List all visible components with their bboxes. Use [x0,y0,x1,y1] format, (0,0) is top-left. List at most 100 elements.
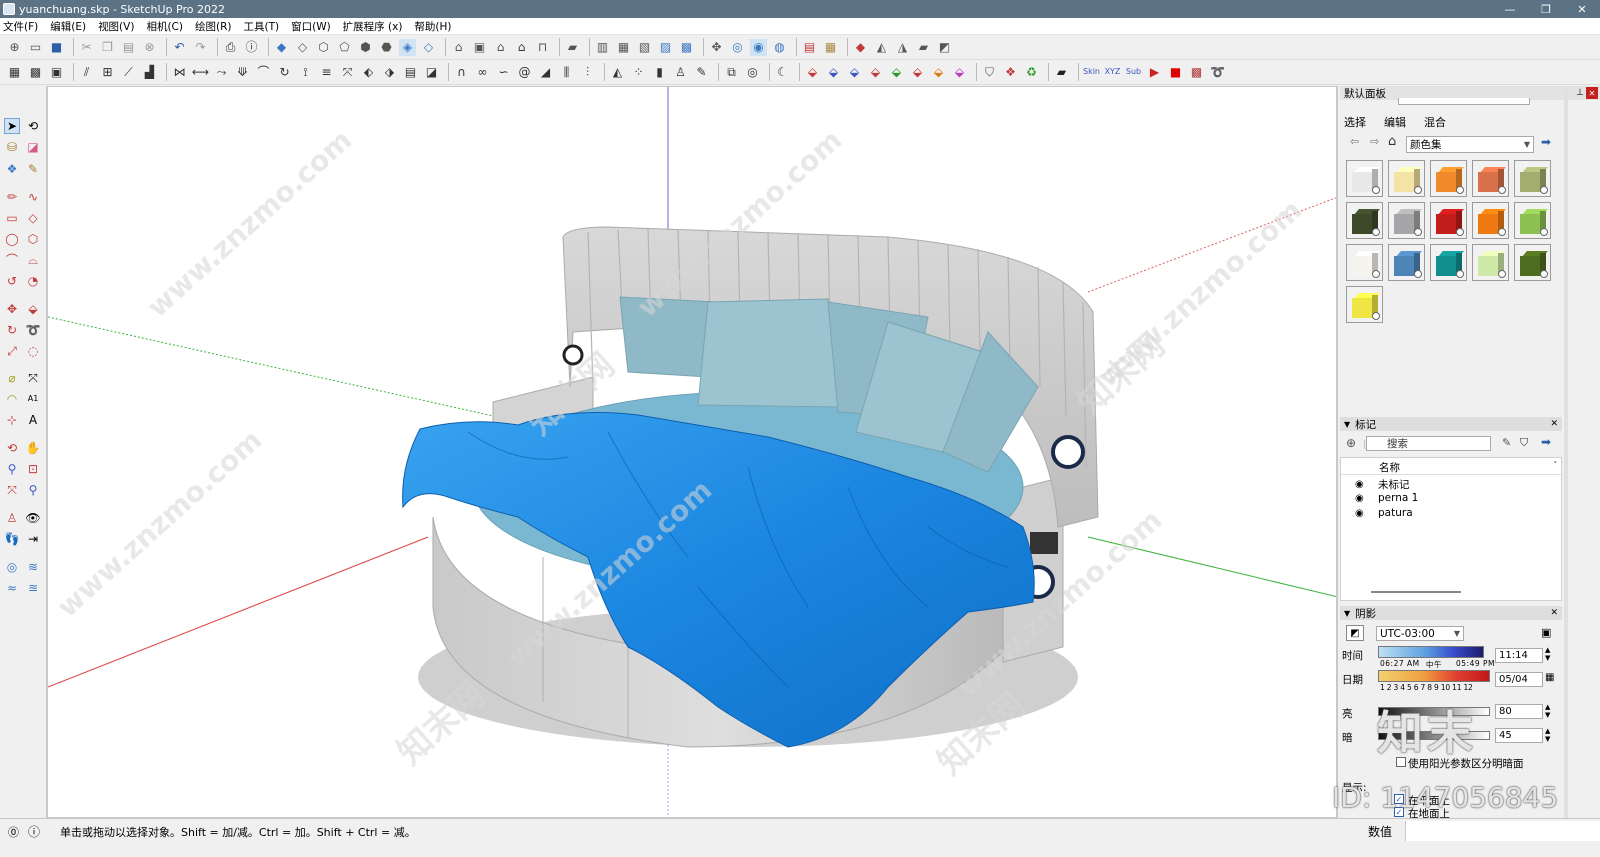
rotate-icon[interactable]: ↻ [4,322,20,338]
weld-icon[interactable]: ⤧ [339,64,356,81]
offset-icon[interactable]: ⟱ [234,64,251,81]
push-pull-icon[interactable]: ⬙ [25,301,41,317]
connect-icon[interactable]: ⋈ [171,64,188,81]
column-icon[interactable]: ⊞ [99,64,116,81]
section-display-icon[interactable]: ▩ [678,39,695,56]
material-map-icon[interactable]: ▦ [822,39,839,56]
tape-measure-icon[interactable]: ⌀ [4,370,20,386]
menu-draw[interactable]: 绘图(R) [195,19,232,34]
array-icon[interactable]: ⁘ [630,64,647,81]
dimension-icon[interactable]: ⟷ [192,64,209,81]
menu-help[interactable]: 帮助(H) [414,19,451,34]
details-arrow-icon[interactable]: ➡ [1541,135,1551,149]
arc-icon[interactable]: ⌒ [4,252,20,268]
soften-icon[interactable]: ☾ [774,64,791,81]
material-swatch[interactable] [1346,286,1383,323]
look-around-icon[interactable]: 👁 [25,510,41,526]
plugin-icon[interactable]: ➰ [1209,64,1226,81]
wave-icon[interactable]: ∽ [495,64,512,81]
push-orange-icon[interactable]: ⬙ [930,64,947,81]
curve-icon[interactable]: ⤳ [213,64,230,81]
time-stepper-icon[interactable]: ▲ ▼ [1545,646,1550,662]
tab-select[interactable]: 选择 [1344,114,1366,130]
scale-tool-icon[interactable]: ⤢ [4,343,20,359]
home-icon[interactable]: ⌂ [1388,134,1396,149]
close-window-button[interactable]: ✕ [1564,0,1600,18]
layer-icon[interactable]: ◪ [423,64,440,81]
info-icon[interactable]: ⓘ [28,823,40,840]
shadows-close-icon[interactable]: ✕ [1550,608,1558,618]
tray-close-icon[interactable]: ✕ [1586,87,1598,99]
sandbox-scratch-icon[interactable]: ≋ [25,559,41,575]
display-section-icon[interactable]: ▨ [657,39,674,56]
horizontal-scrollbar[interactable] [1371,591,1461,593]
zoom-icon[interactable]: ⚲ [4,461,20,477]
rail-icon[interactable]: ⫶ [579,64,596,81]
right-view-icon[interactable]: ⬠ [336,39,353,56]
spiral-icon[interactable]: @ [516,64,533,81]
new-file-icon[interactable]: ⊕ [6,39,23,56]
smoove-icon[interactable]: ≈ [4,580,20,596]
hidden-geometry-icon[interactable]: ◍ [771,39,788,56]
forward-arrow-icon[interactable]: ⇨ [1370,135,1379,148]
menu-view[interactable]: 视图(V) [98,19,134,34]
dimension-tool-icon[interactable]: ⤧ [25,370,41,386]
grid-icon[interactable]: ▦ [6,64,23,81]
timezone-dropdown[interactable]: UTC-03:00 ▼ [1376,626,1464,641]
stair-icon[interactable]: ⫽ [78,64,95,81]
select-tool-icon[interactable]: ➤ [4,118,20,134]
cube-icon[interactable]: ▤ [402,64,419,81]
material-swatch[interactable] [1346,160,1383,197]
shadow-toggle-icon[interactable]: ◩ [1346,625,1364,641]
extrude-icon[interactable]: ◢ [537,64,554,81]
time-input[interactable]: 11:14 [1495,648,1543,663]
material-swatch[interactable] [1346,244,1383,281]
menu-camera[interactable]: 相机(C) [146,19,183,34]
pie-icon[interactable]: ◔ [25,273,41,289]
fence-icon[interactable]: ⫼ [558,64,575,81]
collection-dropdown[interactable]: 颜色集 ▼ [1406,136,1534,153]
visibility-eye-icon[interactable]: ◉ [1355,479,1368,490]
back-arrow-icon[interactable]: ⇦ [1350,135,1359,148]
menu-window[interactable]: 窗口(W) [291,19,331,34]
paint-bucket-icon[interactable]: ⛁ [4,139,20,155]
shell-icon[interactable]: ⬗ [381,64,398,81]
tag-details-icon[interactable]: ➡ [1541,435,1551,449]
model-viewport[interactable]: www.znzmo.com www.znzmo.com www.znzmo.co… [47,86,1337,818]
light-stepper-icon[interactable]: ▲ ▼ [1545,703,1550,719]
material-swatch[interactable] [1472,202,1509,239]
front-view-icon[interactable]: ⬡ [315,39,332,56]
move-icon[interactable]: ✥ [4,301,20,317]
sun-shading-checkbox[interactable] [1396,757,1406,767]
arc-tool-icon[interactable]: ⌒ [255,64,272,81]
bar-chart-icon[interactable]: ▟ [141,64,158,81]
date-input[interactable]: 05/04 [1495,672,1543,687]
light-slider[interactable] [1378,707,1490,716]
arch-icon[interactable]: ∩ [453,64,470,81]
maximize-button[interactable]: ❐ [1528,0,1564,18]
push-x-icon[interactable]: ⬙ [867,64,884,81]
mirror-icon[interactable]: ◭ [609,64,626,81]
building-icon[interactable]: ⊓ [534,39,551,56]
push-z-icon[interactable]: ⬙ [846,64,863,81]
dark-stepper-icon[interactable]: ▲ ▼ [1545,727,1550,743]
save-icon[interactable]: ■ [48,39,65,56]
tag-color-icon[interactable]: ⛉ [1520,436,1528,450]
wireframe-icon[interactable]: ◇ [420,39,437,56]
polygon-icon[interactable]: ⬡ [25,231,41,247]
top-view-icon[interactable]: ◇ [294,39,311,56]
redo-icon[interactable]: ↷ [192,39,209,56]
erase-icon[interactable]: ⊗ [141,39,158,56]
visibility-eye-icon[interactable]: ◉ [1355,493,1368,504]
split-icon[interactable]: ⟟ [297,64,314,81]
material-swatch[interactable] [1388,160,1425,197]
text-tool-icon[interactable]: A1 [25,391,41,407]
menu-edit[interactable]: 编辑(E) [50,19,86,34]
material-swatch[interactable] [1346,202,1383,239]
dark-slider[interactable] [1378,731,1490,740]
on-ground-checkbox[interactable]: ✓ [1394,807,1404,817]
skin-icon[interactable]: Skin [1083,64,1100,81]
axes-tool-icon[interactable]: ⊹ [4,412,20,428]
material-swatch[interactable] [1430,202,1467,239]
house-icon[interactable]: ⌂ [492,39,509,56]
